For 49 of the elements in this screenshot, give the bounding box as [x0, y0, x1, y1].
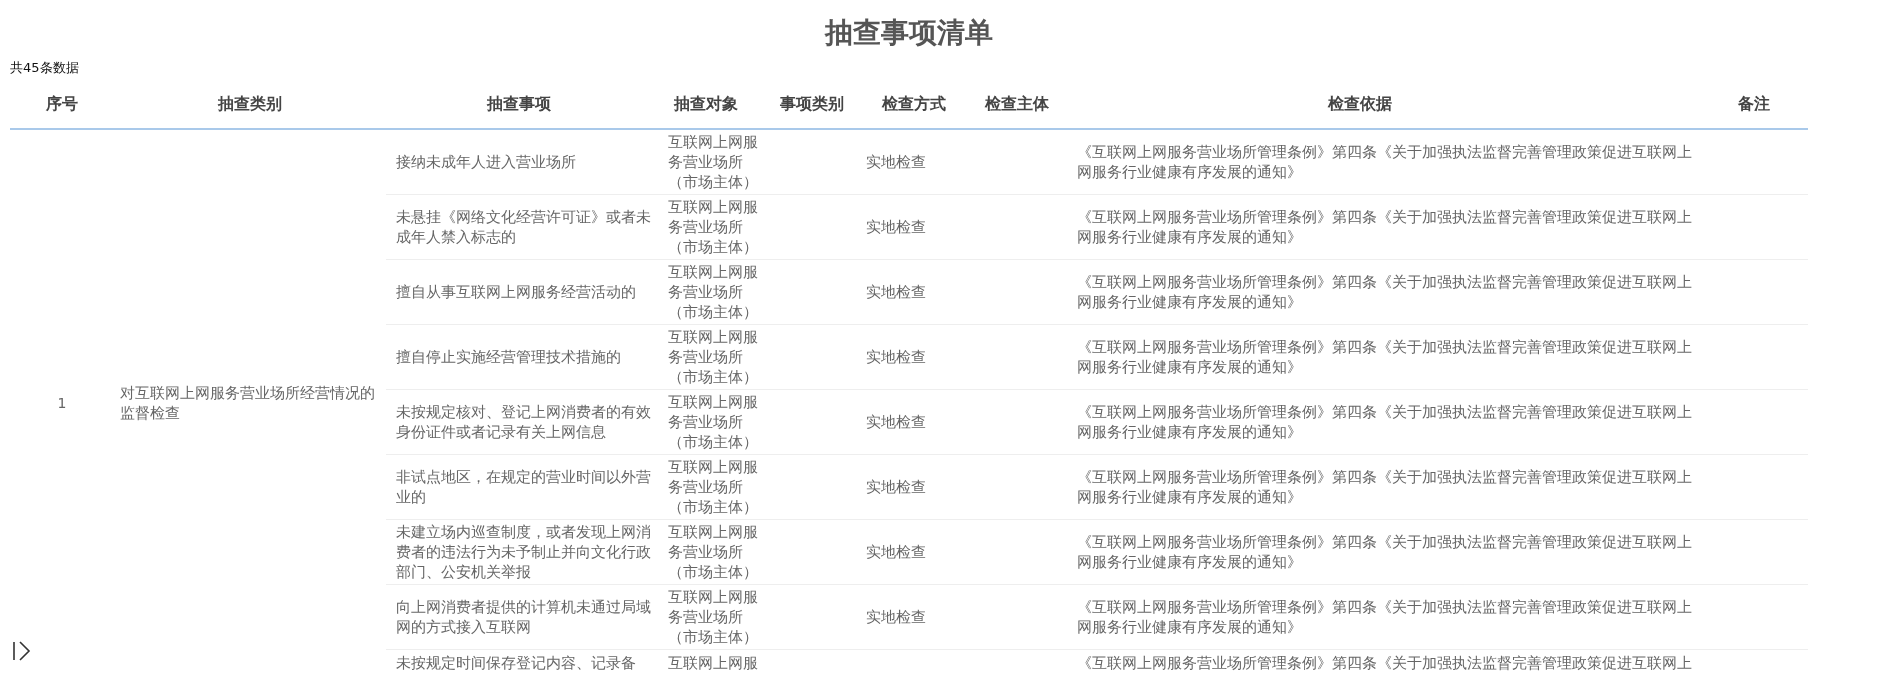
table-cell-text: 互联网上网服务营业场所（市场主体） [668, 327, 759, 387]
table-cell-text: 互联网上网服务营业场所（市场主体） [668, 457, 759, 517]
table-cell-text: 互联网上网服务营业场所（市场主体） [668, 522, 759, 582]
table-cell-text: 《互联网上网服务营业场所管理条例》第四条《关于加强执法监督完善管理政策促进互联网上 [1077, 652, 1693, 673]
table-cell: 实地检查 [866, 282, 926, 303]
column-header: 检查依据 [1070, 80, 1700, 129]
table-cell-text: 《互联网上网服务营业场所管理条例》第四条《关于加强执法监督完善管理政策促进互联网上网服务行业健康有序发展的通知》 [1077, 467, 1693, 507]
table-cell-text: 接纳未成年人进入营业场所 [396, 152, 577, 173]
table-cell-text: 《互联网上网服务营业场所管理条例》第四条《关于加强执法监督完善管理政策促进互联网上网服务行业健康有序发展的通知》 [1077, 402, 1693, 442]
table-cell: 实地检查 [866, 152, 926, 173]
table-cell-text: 未悬挂《网络文化经营许可证》或者未成年人禁入标志的 [396, 207, 652, 247]
column-header: 抽查对象 [652, 80, 760, 129]
table-cell-text: 《互联网上网服务营业场所管理条例》第四条《关于加强执法监督完善管理政策促进互联网上网服务行业健康有序发展的通知》 [1077, 337, 1693, 377]
table-cell-text: 互联网上网服务营业场所（市场主体） [668, 262, 759, 322]
table-cell-text: 擅自停止实施经营管理技术措施的 [396, 347, 622, 368]
table-cell-text: 互联网上网服 [668, 652, 759, 673]
table-cell: 实地检查 [866, 412, 926, 433]
table-cell-text: 《互联网上网服务营业场所管理条例》第四条《关于加强执法监督完善管理政策促进互联网上网服务行业健康有序发展的通知》 [1077, 272, 1693, 312]
table-cell-text: 互联网上网服务营业场所（市场主体） [668, 392, 759, 452]
table-cell-text: 《互联网上网服务营业场所管理条例》第四条《关于加强执法监督完善管理政策促进互联网上网服务行业健康有序发展的通知》 [1077, 207, 1693, 247]
table-cell: 实地检查 [866, 347, 926, 368]
table-cell-text: 《互联网上网服务营业场所管理条例》第四条《关于加强执法监督完善管理政策促进互联网上网服务行业健康有序发展的通知》 [1077, 597, 1693, 637]
expand-icon[interactable] [12, 640, 32, 662]
table-cell-text: 《互联网上网服务营业场所管理条例》第四条《关于加强执法监督完善管理政策促进互联网上网服务行业健康有序发展的通知》 [1077, 532, 1693, 572]
table-cell-text: 对互联网上网服务营业场所经营情况的监督检查 [120, 382, 376, 423]
table-cell: 实地检查 [866, 607, 926, 628]
table-cell-text: 未按规定时间保存登记内容、记录备 [396, 652, 637, 673]
column-header: 事项类别 [760, 80, 864, 129]
column-header: 抽查事项 [386, 80, 652, 129]
record-count: 共45条数据 [10, 59, 80, 77]
table-cell: 实地检查 [866, 217, 926, 238]
page-title: 抽查事项清单 [823, 15, 994, 51]
column-header: 检查主体 [964, 80, 1070, 129]
column-header: 抽查类别 [114, 80, 386, 129]
table-cell-text: 向上网消费者提供的计算机未通过局域网的方式接入互联网 [396, 597, 652, 637]
table-cell-text: 未按规定核对、登记上网消费者的有效身份证件或者记录有关上网信息 [396, 402, 652, 442]
table-cell: 实地检查 [866, 542, 926, 563]
table-cell-text: 1 [57, 394, 67, 413]
table-cell-text: 非试点地区，在规定的营业时间以外营业的 [396, 467, 652, 507]
table-cell: 实地检查 [866, 477, 926, 498]
table-cell-text: 《互联网上网服务营业场所管理条例》第四条《关于加强执法监督完善管理政策促进互联网上网服务行业健康有序发展的通知》 [1077, 142, 1693, 182]
table-cell-text: 互联网上网服务营业场所（市场主体） [668, 587, 759, 647]
table-cell-text: 互联网上网服务营业场所（市场主体） [668, 132, 759, 192]
table-cell-text: 未建立场内巡查制度，或者发现上网消费者的违法行为未予制止并向文化行政部门、公安机关举报 [396, 522, 652, 582]
table-cell-text: 擅自从事互联网上网服务经营活动的 [396, 282, 637, 303]
column-header: 序号 [10, 80, 114, 129]
column-header: 检查方式 [864, 80, 964, 129]
column-header: 备注 [1700, 80, 1808, 129]
table-cell-text: 互联网上网服务营业场所（市场主体） [668, 197, 759, 257]
